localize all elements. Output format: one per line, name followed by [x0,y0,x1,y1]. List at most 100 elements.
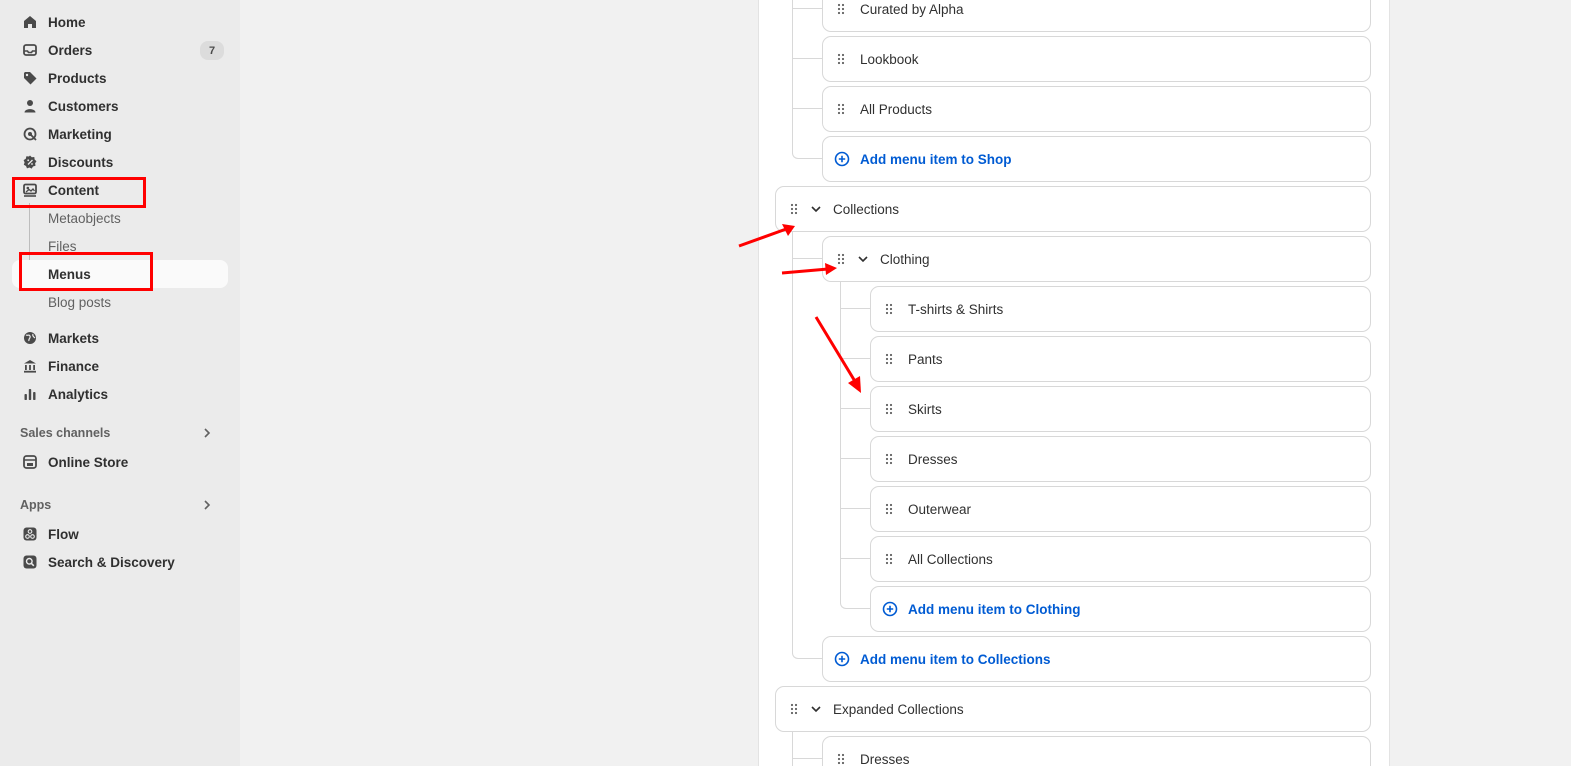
discount-icon [22,154,38,170]
nav-products-label: Products [48,70,107,86]
sidebar: Home Orders 7 Products Customers Marketi… [0,0,240,766]
menu-item-row[interactable]: Outerwear [870,486,1371,532]
target-icon [22,126,38,142]
sidebar-item-label: Blog posts [48,294,112,310]
menu-item-row[interactable]: Curated by Alpha [822,0,1371,32]
sidebar-item-label: Metaobjects [48,210,121,226]
chevron-down-icon[interactable] [857,253,869,265]
person-icon [22,98,38,114]
nav-analytics[interactable]: Analytics [12,380,228,408]
tree-connector [840,558,870,559]
nav-discounts-label: Discounts [48,154,114,170]
home-icon [22,14,38,30]
menu-item-row[interactable]: Dresses [822,736,1371,766]
plus-circle-icon [834,651,850,667]
add-menu-item-label: Add menu item to Clothing [908,601,1081,617]
drag-handle-icon[interactable] [884,452,894,466]
nav-marketing[interactable]: Marketing [12,120,228,148]
drag-handle-icon[interactable] [789,702,799,716]
nav-search-discovery-label: Search & Discovery [48,554,175,570]
apps-heading[interactable]: Apps [12,493,228,517]
content-highlight-box [12,177,146,208]
drag-handle-icon[interactable] [836,2,846,16]
nav-discounts[interactable]: Discounts [12,148,228,176]
tree-connector [840,600,870,609]
tree-connector [792,108,822,109]
nav-search-discovery[interactable]: Search & Discovery [12,548,228,576]
globe-icon [22,330,38,346]
annotation-arrow [781,263,837,275]
nav-products[interactable]: Products [12,64,228,92]
menu-item-title: Pants [908,351,943,367]
add-menu-item-shop-button[interactable]: Add menu item to Shop [822,136,1371,182]
add-menu-item-label: Add menu item to Collections [860,651,1051,667]
menu-item-row[interactable]: All Products [822,86,1371,132]
menu-item-row-expanded-collections[interactable]: Expanded Collections [775,686,1371,732]
flow-icon [22,526,38,542]
menu-item-row[interactable]: All Collections [870,536,1371,582]
menu-item-title: Lookbook [860,51,919,67]
drag-handle-icon[interactable] [884,502,894,516]
chevron-down-icon[interactable] [810,203,822,215]
drag-handle-icon[interactable] [884,352,894,366]
drag-handle-icon[interactable] [836,102,846,116]
menu-item-row[interactable]: T-shirts & Shirts [870,286,1371,332]
tree-connector [792,650,822,659]
menu-item-title: Curated by Alpha [860,1,964,17]
nav-flow-label: Flow [48,526,79,542]
tree-connector [792,258,822,259]
nav-finance-label: Finance [48,358,100,374]
tag-icon [22,70,38,86]
chevron-right-icon [202,426,212,445]
sales-channels-label: Sales channels [20,426,111,440]
nav-customers[interactable]: Customers [12,92,228,120]
menu-item-row[interactable]: Skirts [870,386,1371,432]
menu-item-title: Outerwear [908,501,972,517]
nav-online-store[interactable]: Online Store [12,448,228,476]
drag-handle-icon[interactable] [884,302,894,316]
drag-handle-icon[interactable] [884,402,894,416]
tree-connector [792,58,822,59]
add-menu-item-collections-button[interactable]: Add menu item to Collections [822,636,1371,682]
drag-handle-icon[interactable] [884,552,894,566]
plus-circle-icon [882,601,898,617]
tree-connector [792,150,822,159]
store-icon [22,454,38,470]
menu-item-title: Expanded Collections [833,701,964,717]
menu-item-title: All Collections [908,551,993,567]
search-discovery-icon [22,554,38,570]
menu-item-row[interactable]: Dresses [870,436,1371,482]
orders-count-badge: 7 [200,41,224,60]
menu-item-title: Dresses [908,451,958,467]
menu-item-row[interactable]: Pants [870,336,1371,382]
drag-handle-icon[interactable] [789,202,799,216]
menus-highlight-box [19,252,153,291]
menu-item-row[interactable]: Lookbook [822,36,1371,82]
tree-connector [792,8,822,9]
inbox-icon [22,42,38,58]
nav-finance[interactable]: Finance [12,352,228,380]
add-menu-item-clothing-button[interactable]: Add menu item to Clothing [870,586,1371,632]
menu-item-title: Clothing [880,251,930,267]
menu-item-title: Skirts [908,401,942,417]
nav-orders[interactable]: Orders 7 [12,36,228,64]
drag-handle-icon[interactable] [836,52,846,66]
nav-marketing-label: Marketing [48,126,112,142]
plus-circle-icon [834,151,850,167]
menu-item-row-collections[interactable]: Collections [775,186,1371,232]
drag-handle-icon[interactable] [836,752,846,766]
chevron-down-icon[interactable] [810,703,822,715]
sales-channels-heading[interactable]: Sales channels [12,421,228,445]
menu-item-title: T-shirts & Shirts [908,301,1004,317]
menu-item-title: Collections [833,201,900,217]
nav-markets[interactable]: Markets [12,324,228,352]
nav-customers-label: Customers [48,98,119,114]
menu-item-row-clothing[interactable]: Clothing [822,236,1371,282]
add-menu-item-label: Add menu item to Shop [860,151,1012,167]
chevron-right-icon [202,498,212,517]
sidebar-item-blog-posts[interactable]: Blog posts [12,288,228,316]
sidebar-item-metaobjects[interactable]: Metaobjects [12,204,228,232]
menu-item-title: Dresses [860,751,910,766]
nav-flow[interactable]: Flow [12,520,228,548]
nav-home[interactable]: Home [12,8,228,36]
